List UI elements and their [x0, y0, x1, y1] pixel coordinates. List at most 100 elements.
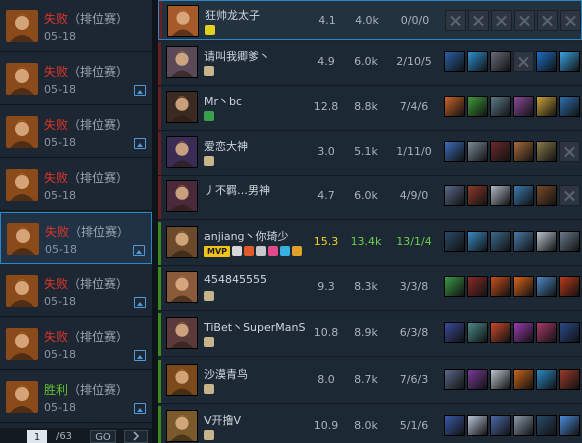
item-icon[interactable]	[559, 322, 580, 343]
history-item[interactable]: 失败（排位赛） 05-18	[0, 53, 152, 105]
item-icon[interactable]	[536, 141, 557, 162]
empty-slot-icon[interactable]	[445, 10, 466, 31]
item-icon[interactable]	[490, 96, 511, 117]
item-icon[interactable]	[444, 415, 465, 436]
player-name[interactable]: V开撸V	[204, 412, 241, 428]
empty-slot-icon[interactable]	[537, 10, 558, 31]
item-icon[interactable]	[536, 96, 557, 117]
player-name[interactable]: Mr丶bc	[204, 93, 242, 109]
next-page-button[interactable]	[124, 430, 148, 443]
player-row[interactable]: Mr丶bc 12.8 8.8k 7/4/6	[158, 87, 582, 131]
item-icon[interactable]	[559, 51, 580, 72]
item-icon[interactable]	[559, 415, 580, 436]
prev-page-button[interactable]	[2, 430, 22, 443]
item-icon[interactable]	[467, 96, 488, 117]
empty-slot-icon[interactable]	[514, 10, 535, 31]
player-row[interactable]: 丿不羁…男神 4.7 6.0k 4/9/0	[158, 176, 582, 220]
item-icon[interactable]	[490, 185, 511, 206]
item-icon[interactable]	[536, 322, 557, 343]
item-icon[interactable]	[536, 369, 557, 390]
empty-slot-icon[interactable]	[468, 10, 489, 31]
item-icon[interactable]	[513, 415, 534, 436]
image-share-icon[interactable]	[134, 350, 146, 361]
player-row[interactable]: 454845555 9.3 8.3k 3/3/8	[158, 267, 582, 311]
item-icon[interactable]	[467, 231, 488, 252]
player-name[interactable]: anjiang丶你琦少	[204, 228, 289, 244]
item-icon[interactable]	[467, 51, 488, 72]
gold-earned: 8.0k	[354, 419, 378, 432]
item-icon[interactable]	[444, 141, 465, 162]
item-icon[interactable]	[513, 276, 534, 297]
item-icon[interactable]	[490, 276, 511, 297]
item-icon[interactable]	[513, 322, 534, 343]
image-share-icon[interactable]	[134, 138, 146, 149]
item-icon[interactable]	[559, 276, 580, 297]
history-item[interactable]: 失败（排位赛） 05-18	[0, 0, 152, 52]
item-icon[interactable]	[559, 369, 580, 390]
item-icon[interactable]	[444, 231, 465, 252]
item-icon[interactable]	[513, 231, 534, 252]
player-name[interactable]: TiBet丶SuperManS	[204, 319, 305, 335]
item-icon[interactable]	[536, 231, 557, 252]
history-item[interactable]: 失败（排位赛） 05-18	[0, 159, 152, 211]
item-icon[interactable]	[467, 415, 488, 436]
player-name[interactable]: 狂帅龙太子	[205, 7, 260, 23]
player-name[interactable]: 请叫我卿爹丶	[204, 48, 270, 64]
item-icon[interactable]	[490, 231, 511, 252]
item-icon[interactable]	[513, 369, 534, 390]
item-icon[interactable]	[490, 369, 511, 390]
item-icon[interactable]	[559, 231, 580, 252]
player-name[interactable]: 沙漠青鸟	[204, 366, 248, 382]
item-icon[interactable]	[559, 96, 580, 117]
item-icon[interactable]	[467, 141, 488, 162]
item-icon[interactable]	[444, 276, 465, 297]
go-button[interactable]: GO	[90, 430, 116, 443]
image-share-icon[interactable]	[134, 297, 146, 308]
player-row[interactable]: 爱恋大神 3.0 5.1k 1/11/0	[158, 132, 582, 176]
player-row[interactable]: 狂帅龙太子 4.1 4.0k 0/0/0	[158, 0, 582, 40]
item-icon[interactable]	[513, 96, 534, 117]
item-icon[interactable]	[467, 369, 488, 390]
item-icon[interactable]	[467, 322, 488, 343]
item-icon[interactable]	[513, 185, 534, 206]
item-icon[interactable]	[467, 276, 488, 297]
item-icon[interactable]	[536, 185, 557, 206]
item-icon[interactable]	[444, 185, 465, 206]
image-share-icon[interactable]	[134, 403, 146, 414]
empty-slot-icon[interactable]	[513, 51, 534, 72]
history-item[interactable]: 失败（排位赛） 05-18	[0, 318, 152, 370]
player-name[interactable]: 爱恋大神	[204, 138, 248, 154]
player-row[interactable]: anjiang丶你琦少 MVP 15.3 13.4k 13/1/4	[158, 222, 582, 266]
player-row[interactable]: 请叫我卿爹丶 4.9 6.0k 2/10/5	[158, 42, 582, 86]
item-icon[interactable]	[444, 96, 465, 117]
empty-slot-icon[interactable]	[559, 141, 580, 162]
item-icon[interactable]	[536, 276, 557, 297]
page-current-input[interactable]: 1	[27, 430, 47, 443]
history-item[interactable]: 失败（排位赛） 05-18	[0, 212, 152, 264]
item-icon[interactable]	[490, 141, 511, 162]
item-icon[interactable]	[490, 322, 511, 343]
item-icon[interactable]	[444, 369, 465, 390]
item-icon[interactable]	[536, 415, 557, 436]
player-row[interactable]: TiBet丶SuperManS 10.8 8.9k 6/3/8	[158, 313, 582, 357]
item-icon[interactable]	[513, 141, 534, 162]
item-icon[interactable]	[536, 51, 557, 72]
champion-portrait	[167, 5, 199, 37]
player-name[interactable]: 454845555	[204, 273, 267, 286]
image-share-icon[interactable]	[133, 245, 145, 256]
item-icon[interactable]	[490, 415, 511, 436]
empty-slot-icon[interactable]	[560, 10, 581, 31]
player-row[interactable]: 沙漠青鸟 8.0 8.7k 7/6/3	[158, 360, 582, 404]
item-icon[interactable]	[444, 51, 465, 72]
history-item[interactable]: 失败（排位赛） 05-18	[0, 265, 152, 317]
player-row[interactable]: V开撸V 10.9 8.0k 5/1/6	[158, 406, 582, 443]
empty-slot-icon[interactable]	[491, 10, 512, 31]
item-icon[interactable]	[444, 322, 465, 343]
image-share-icon[interactable]	[134, 85, 146, 96]
item-icon[interactable]	[467, 185, 488, 206]
history-item[interactable]: 失败（排位赛） 05-18	[0, 106, 152, 158]
player-name[interactable]: 丿不羁…男神	[204, 182, 270, 198]
item-icon[interactable]	[490, 51, 511, 72]
empty-slot-icon[interactable]	[559, 185, 580, 206]
history-item[interactable]: 胜利（排位赛） 05-18	[0, 371, 152, 423]
